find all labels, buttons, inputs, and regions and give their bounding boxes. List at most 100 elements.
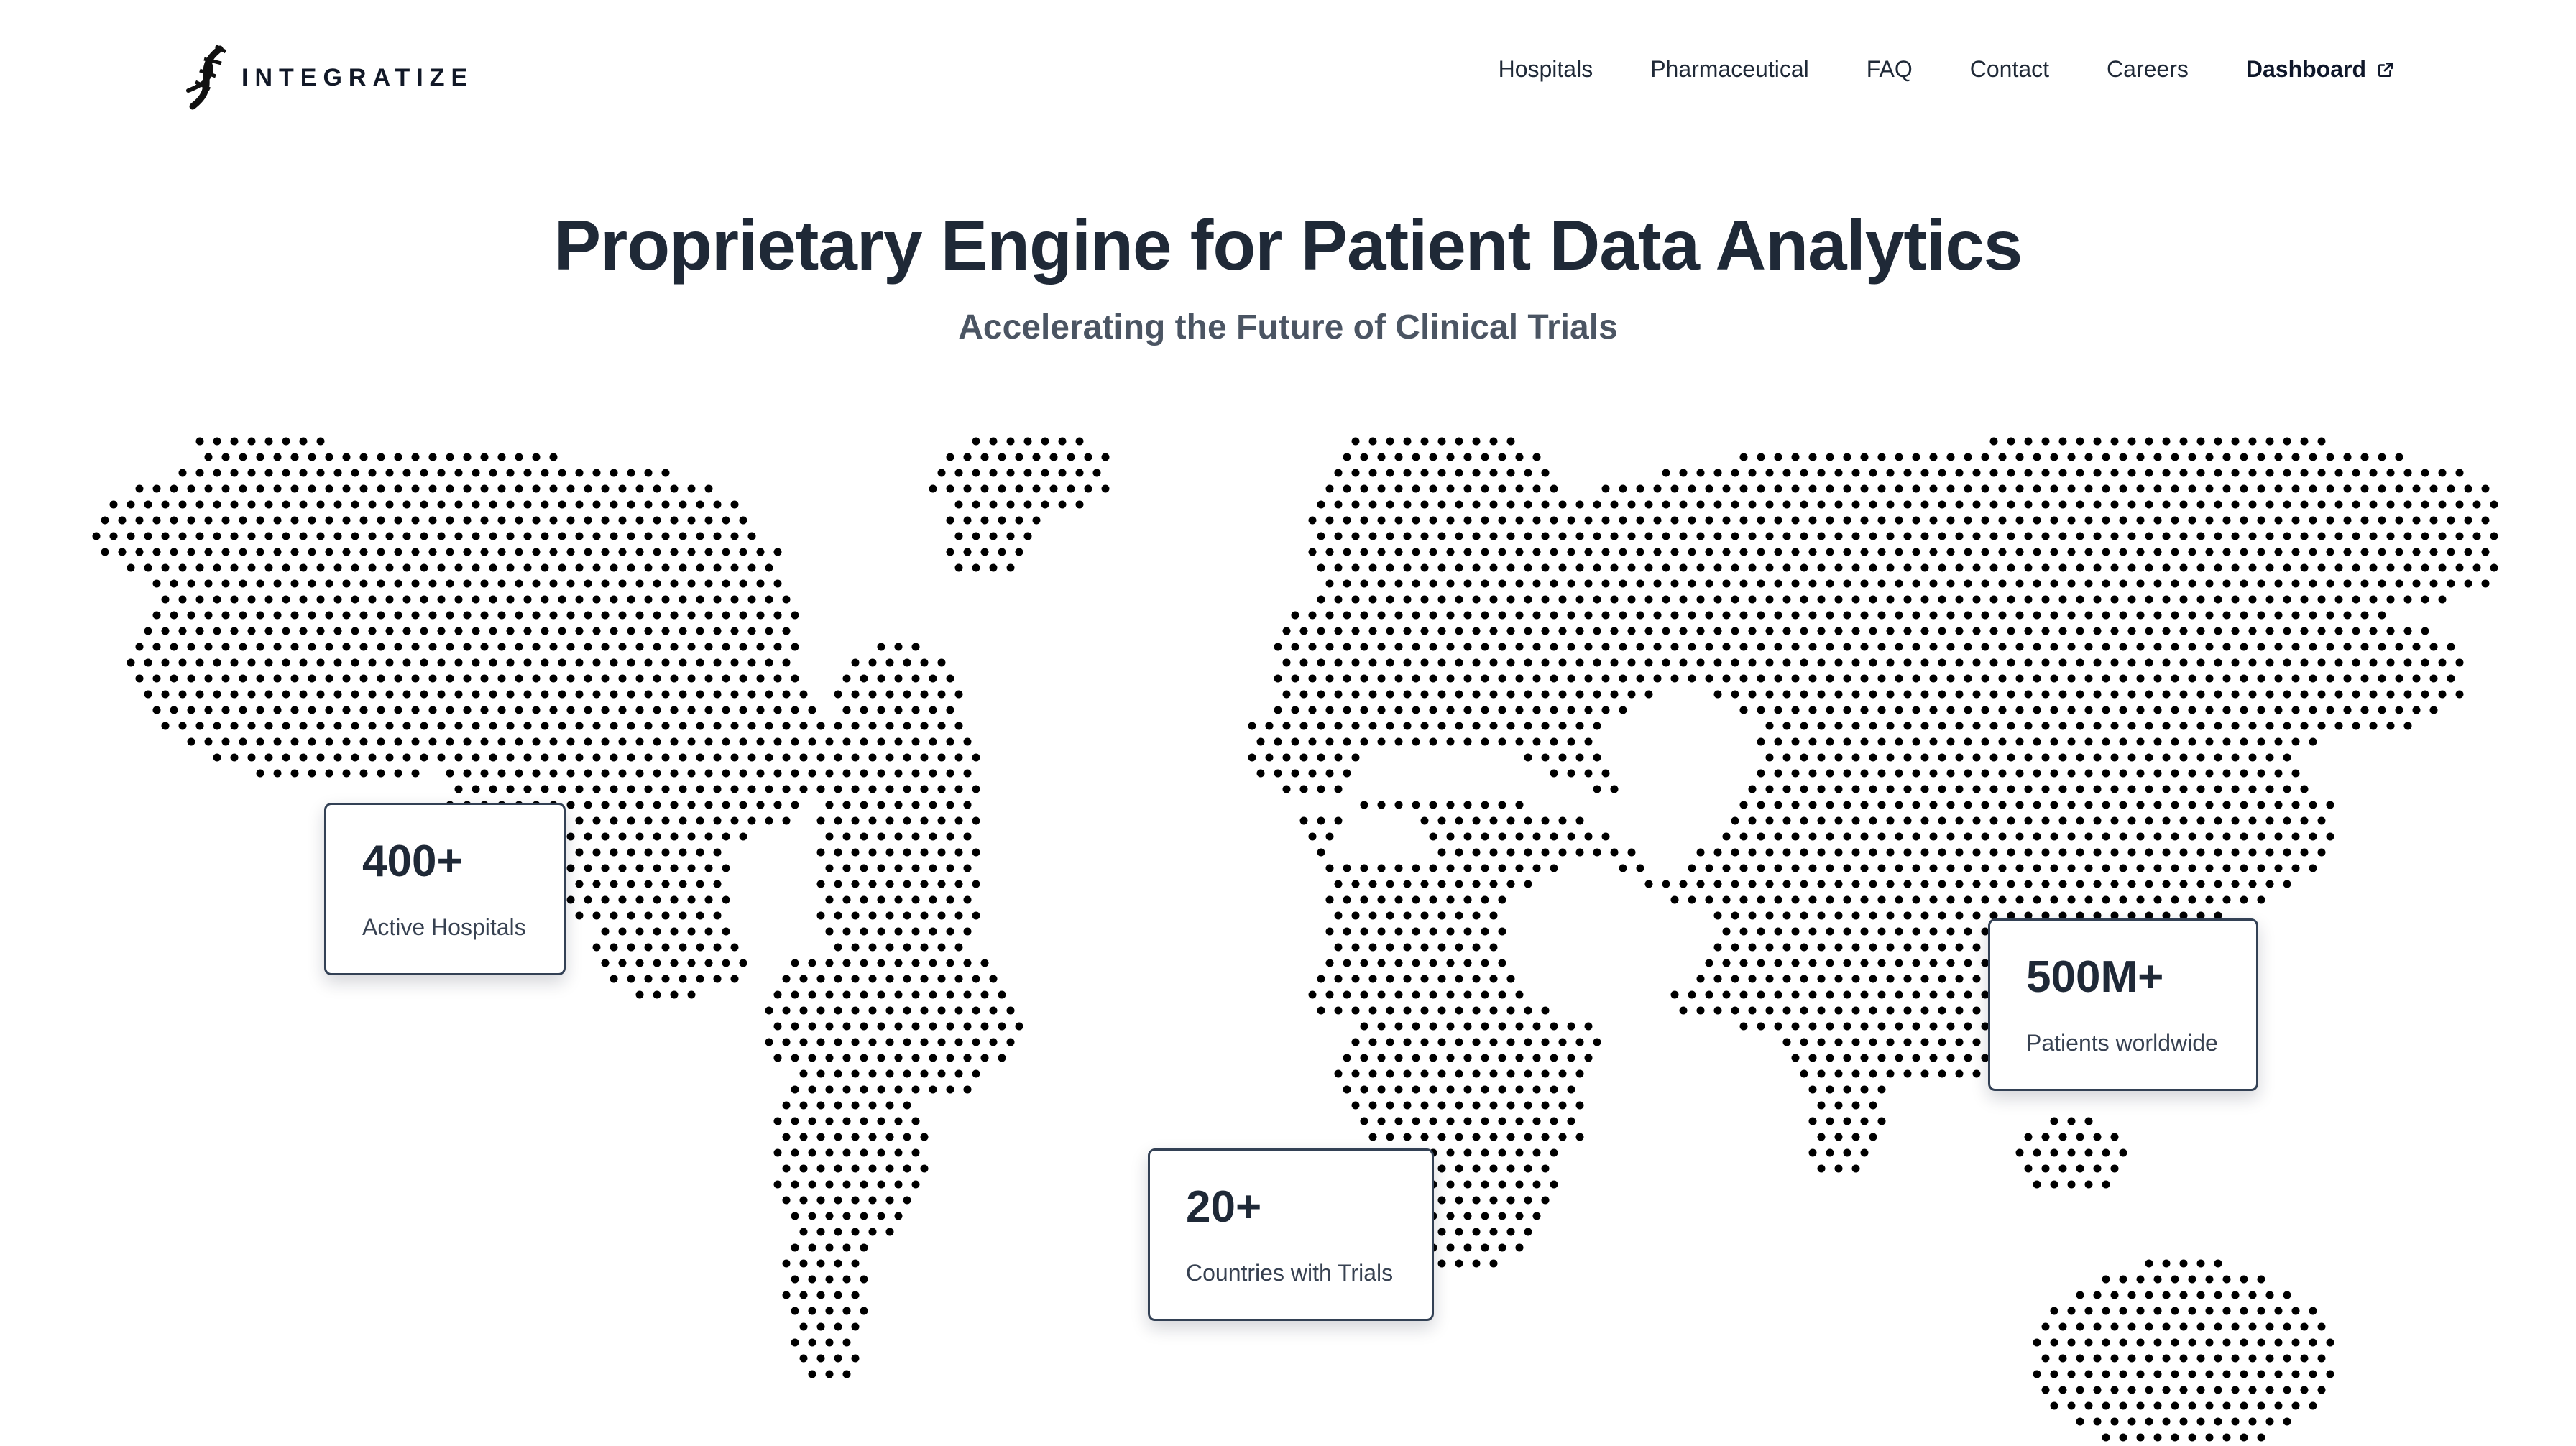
map-dot (1515, 453, 1524, 461)
map-dot (1955, 911, 1964, 920)
logo[interactable]: INTEGRATIZE (178, 42, 474, 114)
map-dot (1679, 658, 1688, 667)
nav-link-faq[interactable]: FAQ (1867, 56, 1913, 83)
map-dot (911, 737, 920, 746)
map-dot (2300, 627, 2309, 635)
map-dot (1420, 816, 1429, 825)
map-dot (1817, 595, 1826, 604)
map-dot (2248, 532, 2257, 540)
map-dot (2179, 1354, 2188, 1363)
nav-link-pharmaceutical[interactable]: Pharmaceutical (1650, 56, 1809, 83)
map-dot (1438, 1006, 1446, 1015)
map-dot (1300, 658, 1308, 667)
map-dot (1506, 816, 1515, 825)
map-dot (1524, 1006, 1532, 1015)
map-dot (1765, 722, 1774, 730)
map-dot (1774, 927, 1782, 936)
map-dot (2283, 658, 2291, 667)
map-dot (454, 690, 463, 699)
map-dot (1489, 975, 1498, 983)
map-dot (1412, 1117, 1420, 1125)
map-dot (1610, 658, 1619, 667)
map-dot (359, 579, 368, 588)
map-dot (687, 674, 696, 683)
map-dot (1627, 500, 1636, 509)
map-dot (860, 1022, 868, 1031)
map-dot (920, 880, 929, 888)
map-dot (178, 690, 187, 699)
map-dot (825, 737, 834, 746)
map-dot (2119, 864, 2128, 872)
map-dot (1714, 848, 1722, 857)
map-dot (325, 706, 334, 714)
map-dot (2222, 611, 2231, 620)
map-dot (1938, 563, 1946, 572)
nav-link-hospitals[interactable]: Hospitals (1499, 56, 1593, 83)
map-dot (1972, 975, 1981, 983)
map-dot (696, 658, 704, 667)
map-dot (1852, 1006, 1860, 1015)
map-dot (247, 658, 256, 667)
map-dot (1394, 579, 1403, 588)
map-dot (170, 516, 178, 525)
map-dot (1938, 532, 1946, 540)
map-dot (1748, 1006, 1757, 1015)
map-dot (170, 484, 178, 493)
map-dot (1550, 674, 1558, 683)
map-dot (929, 864, 937, 872)
map-dot (1351, 753, 1360, 762)
map-dot (161, 500, 170, 509)
map-dot (351, 753, 359, 762)
map-dot (1593, 1038, 1601, 1046)
map-dot (2222, 484, 2231, 493)
map-dot (1489, 595, 1498, 604)
map-dot (1472, 690, 1481, 699)
map-dot (1524, 848, 1532, 857)
map-dot (860, 769, 868, 778)
map-dot (2240, 895, 2248, 904)
map-dot (825, 990, 834, 999)
map-dot (187, 516, 196, 525)
map-dot (799, 785, 808, 793)
map-dot (1757, 579, 1765, 588)
map-dot (1705, 516, 1714, 525)
map-dot (2283, 785, 2291, 793)
nav-link-contact[interactable]: Contact (1970, 56, 2049, 83)
map-dot (1705, 959, 1714, 967)
map-dot (480, 579, 489, 588)
map-dot (2309, 832, 2317, 841)
map-dot (998, 453, 1006, 461)
map-dot (1412, 895, 1420, 904)
dna-helix-icon (186, 44, 227, 110)
map-dot (1024, 437, 1032, 446)
nav-link-dashboard[interactable]: Dashboard (2246, 56, 2395, 83)
map-dot (170, 579, 178, 588)
map-dot (1852, 816, 1860, 825)
map-dot (1438, 627, 1446, 635)
map-dot (2196, 1417, 2205, 1426)
map-dot (1498, 1148, 1506, 1157)
map-dot (1920, 469, 1929, 477)
map-dot (2007, 563, 2015, 572)
map-dot (187, 643, 196, 651)
map-dot (273, 548, 282, 556)
map-dot (946, 1085, 954, 1094)
map-dot (196, 469, 204, 477)
map-dot (1852, 1164, 1860, 1173)
map-dot (808, 1054, 816, 1062)
map-dot (1300, 690, 1308, 699)
map-dot (1636, 484, 1644, 493)
map-dot (2472, 563, 2481, 572)
map-dot (1843, 674, 1852, 683)
nav-link-careers[interactable]: Careers (2107, 56, 2189, 83)
map-dot (1498, 1022, 1506, 1031)
map-dot (1800, 595, 1808, 604)
map-dot (894, 1180, 903, 1189)
map-dot (239, 611, 247, 620)
map-dot (2214, 1354, 2222, 1363)
map-dot (937, 658, 946, 667)
map-dot (1446, 579, 1455, 588)
map-dot (1946, 895, 1955, 904)
map-dot (575, 785, 584, 793)
map-dot (722, 864, 730, 872)
